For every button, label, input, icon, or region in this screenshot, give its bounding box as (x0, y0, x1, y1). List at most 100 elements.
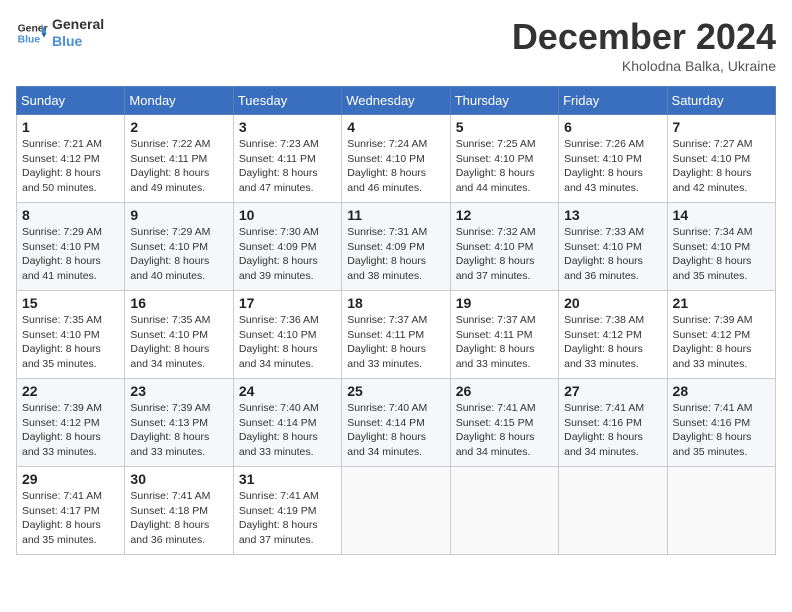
day-info: Sunrise: 7:39 AM Sunset: 4:12 PM Dayligh… (673, 313, 770, 372)
day-info: Sunrise: 7:41 AM Sunset: 4:18 PM Dayligh… (130, 489, 227, 548)
weekday-header-row: SundayMondayTuesdayWednesdayThursdayFrid… (17, 87, 776, 115)
day-cell-14: 14 Sunrise: 7:34 AM Sunset: 4:10 PM Dayl… (667, 203, 775, 291)
day-number: 2 (130, 119, 227, 135)
day-cell-4: 4 Sunrise: 7:24 AM Sunset: 4:10 PM Dayli… (342, 115, 450, 203)
day-number: 9 (130, 207, 227, 223)
day-number: 27 (564, 383, 661, 399)
day-number: 22 (22, 383, 119, 399)
day-number: 5 (456, 119, 553, 135)
day-number: 20 (564, 295, 661, 311)
day-number: 29 (22, 471, 119, 487)
day-number: 21 (673, 295, 770, 311)
day-cell-10: 10 Sunrise: 7:30 AM Sunset: 4:09 PM Dayl… (233, 203, 341, 291)
day-info: Sunrise: 7:31 AM Sunset: 4:09 PM Dayligh… (347, 225, 444, 284)
day-info: Sunrise: 7:34 AM Sunset: 4:10 PM Dayligh… (673, 225, 770, 284)
day-cell-22: 22 Sunrise: 7:39 AM Sunset: 4:12 PM Dayl… (17, 379, 125, 467)
day-cell-27: 27 Sunrise: 7:41 AM Sunset: 4:16 PM Dayl… (559, 379, 667, 467)
day-info: Sunrise: 7:41 AM Sunset: 4:19 PM Dayligh… (239, 489, 336, 548)
day-info: Sunrise: 7:41 AM Sunset: 4:16 PM Dayligh… (673, 401, 770, 460)
day-cell-17: 17 Sunrise: 7:36 AM Sunset: 4:10 PM Dayl… (233, 291, 341, 379)
day-info: Sunrise: 7:36 AM Sunset: 4:10 PM Dayligh… (239, 313, 336, 372)
day-cell-20: 20 Sunrise: 7:38 AM Sunset: 4:12 PM Dayl… (559, 291, 667, 379)
day-number: 8 (22, 207, 119, 223)
day-info: Sunrise: 7:21 AM Sunset: 4:12 PM Dayligh… (22, 137, 119, 196)
day-cell-23: 23 Sunrise: 7:39 AM Sunset: 4:13 PM Dayl… (125, 379, 233, 467)
day-cell-24: 24 Sunrise: 7:40 AM Sunset: 4:14 PM Dayl… (233, 379, 341, 467)
day-info: Sunrise: 7:41 AM Sunset: 4:15 PM Dayligh… (456, 401, 553, 460)
day-number: 18 (347, 295, 444, 311)
day-number: 24 (239, 383, 336, 399)
logo-icon: General Blue (16, 17, 48, 49)
day-cell-2: 2 Sunrise: 7:22 AM Sunset: 4:11 PM Dayli… (125, 115, 233, 203)
day-info: Sunrise: 7:25 AM Sunset: 4:10 PM Dayligh… (456, 137, 553, 196)
day-cell-1: 1 Sunrise: 7:21 AM Sunset: 4:12 PM Dayli… (17, 115, 125, 203)
day-number: 12 (456, 207, 553, 223)
day-info: Sunrise: 7:22 AM Sunset: 4:11 PM Dayligh… (130, 137, 227, 196)
day-cell-28: 28 Sunrise: 7:41 AM Sunset: 4:16 PM Dayl… (667, 379, 775, 467)
day-info: Sunrise: 7:32 AM Sunset: 4:10 PM Dayligh… (456, 225, 553, 284)
day-cell-5: 5 Sunrise: 7:25 AM Sunset: 4:10 PM Dayli… (450, 115, 558, 203)
day-number: 10 (239, 207, 336, 223)
week-row-1: 1 Sunrise: 7:21 AM Sunset: 4:12 PM Dayli… (17, 115, 776, 203)
day-cell-30: 30 Sunrise: 7:41 AM Sunset: 4:18 PM Dayl… (125, 467, 233, 555)
day-info: Sunrise: 7:24 AM Sunset: 4:10 PM Dayligh… (347, 137, 444, 196)
weekday-friday: Friday (559, 87, 667, 115)
day-cell-3: 3 Sunrise: 7:23 AM Sunset: 4:11 PM Dayli… (233, 115, 341, 203)
day-info: Sunrise: 7:37 AM Sunset: 4:11 PM Dayligh… (347, 313, 444, 372)
day-number: 31 (239, 471, 336, 487)
day-info: Sunrise: 7:35 AM Sunset: 4:10 PM Dayligh… (22, 313, 119, 372)
day-number: 16 (130, 295, 227, 311)
calendar-table: SundayMondayTuesdayWednesdayThursdayFrid… (16, 86, 776, 555)
day-number: 17 (239, 295, 336, 311)
location-subtitle: Kholodna Balka, Ukraine (512, 58, 776, 74)
logo-text-line2: Blue (52, 33, 104, 50)
day-number: 1 (22, 119, 119, 135)
day-number: 30 (130, 471, 227, 487)
empty-cell (342, 467, 450, 555)
weekday-wednesday: Wednesday (342, 87, 450, 115)
week-row-3: 15 Sunrise: 7:35 AM Sunset: 4:10 PM Dayl… (17, 291, 776, 379)
day-info: Sunrise: 7:23 AM Sunset: 4:11 PM Dayligh… (239, 137, 336, 196)
weekday-saturday: Saturday (667, 87, 775, 115)
weekday-thursday: Thursday (450, 87, 558, 115)
day-cell-15: 15 Sunrise: 7:35 AM Sunset: 4:10 PM Dayl… (17, 291, 125, 379)
day-number: 25 (347, 383, 444, 399)
weekday-sunday: Sunday (17, 87, 125, 115)
week-row-2: 8 Sunrise: 7:29 AM Sunset: 4:10 PM Dayli… (17, 203, 776, 291)
day-cell-29: 29 Sunrise: 7:41 AM Sunset: 4:17 PM Dayl… (17, 467, 125, 555)
day-info: Sunrise: 7:35 AM Sunset: 4:10 PM Dayligh… (130, 313, 227, 372)
day-info: Sunrise: 7:29 AM Sunset: 4:10 PM Dayligh… (130, 225, 227, 284)
day-number: 19 (456, 295, 553, 311)
day-cell-11: 11 Sunrise: 7:31 AM Sunset: 4:09 PM Dayl… (342, 203, 450, 291)
day-number: 6 (564, 119, 661, 135)
day-cell-6: 6 Sunrise: 7:26 AM Sunset: 4:10 PM Dayli… (559, 115, 667, 203)
day-info: Sunrise: 7:33 AM Sunset: 4:10 PM Dayligh… (564, 225, 661, 284)
day-number: 4 (347, 119, 444, 135)
day-cell-12: 12 Sunrise: 7:32 AM Sunset: 4:10 PM Dayl… (450, 203, 558, 291)
day-cell-16: 16 Sunrise: 7:35 AM Sunset: 4:10 PM Dayl… (125, 291, 233, 379)
week-row-4: 22 Sunrise: 7:39 AM Sunset: 4:12 PM Dayl… (17, 379, 776, 467)
day-info: Sunrise: 7:40 AM Sunset: 4:14 PM Dayligh… (239, 401, 336, 460)
weekday-tuesday: Tuesday (233, 87, 341, 115)
day-number: 13 (564, 207, 661, 223)
day-cell-13: 13 Sunrise: 7:33 AM Sunset: 4:10 PM Dayl… (559, 203, 667, 291)
day-number: 7 (673, 119, 770, 135)
day-cell-9: 9 Sunrise: 7:29 AM Sunset: 4:10 PM Dayli… (125, 203, 233, 291)
day-info: Sunrise: 7:41 AM Sunset: 4:16 PM Dayligh… (564, 401, 661, 460)
day-info: Sunrise: 7:40 AM Sunset: 4:14 PM Dayligh… (347, 401, 444, 460)
week-row-5: 29 Sunrise: 7:41 AM Sunset: 4:17 PM Dayl… (17, 467, 776, 555)
day-number: 14 (673, 207, 770, 223)
title-block: December 2024 Kholodna Balka, Ukraine (512, 16, 776, 74)
day-cell-8: 8 Sunrise: 7:29 AM Sunset: 4:10 PM Dayli… (17, 203, 125, 291)
day-info: Sunrise: 7:39 AM Sunset: 4:13 PM Dayligh… (130, 401, 227, 460)
day-info: Sunrise: 7:38 AM Sunset: 4:12 PM Dayligh… (564, 313, 661, 372)
day-info: Sunrise: 7:29 AM Sunset: 4:10 PM Dayligh… (22, 225, 119, 284)
day-number: 26 (456, 383, 553, 399)
day-info: Sunrise: 7:37 AM Sunset: 4:11 PM Dayligh… (456, 313, 553, 372)
day-cell-21: 21 Sunrise: 7:39 AM Sunset: 4:12 PM Dayl… (667, 291, 775, 379)
svg-text:Blue: Blue (18, 34, 41, 45)
day-cell-7: 7 Sunrise: 7:27 AM Sunset: 4:10 PM Dayli… (667, 115, 775, 203)
day-number: 11 (347, 207, 444, 223)
page-header: General Blue General Blue December 2024 … (16, 16, 776, 74)
empty-cell (559, 467, 667, 555)
